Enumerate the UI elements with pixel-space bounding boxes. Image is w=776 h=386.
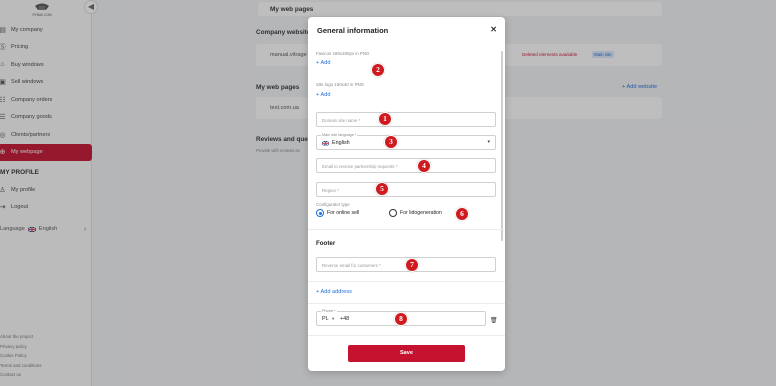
footer-section-title: Footer (316, 240, 336, 247)
chevron-down-icon: ▾ (487, 139, 490, 145)
phone-label: Phone * (321, 309, 337, 313)
configurator-label: Configurator type (316, 202, 350, 207)
main-language-select[interactable]: Main site language * English ▾ (316, 133, 496, 150)
modal-scrollbar[interactable] (501, 51, 503, 241)
trash-icon[interactable]: 🗑 (490, 317, 498, 324)
badge-6: 6 (455, 207, 469, 221)
badge-2: 2 (371, 63, 385, 77)
radio-unselected-icon (389, 209, 397, 217)
config-option-label: For lidogeneration (400, 210, 442, 216)
partnership-email-field[interactable]: Email to receive partnership requests * (316, 158, 496, 173)
divider (308, 281, 505, 282)
config-option-online[interactable]: For online sell (316, 209, 359, 217)
badge-1: 1 (378, 112, 392, 126)
region-field[interactable]: Region * (316, 182, 496, 197)
reverse-email-placeholder: Reverse email for customers * (322, 262, 381, 268)
divider (308, 229, 505, 230)
main-language-label: Main site language * (321, 133, 358, 137)
divider (308, 335, 505, 336)
email-placeholder: Email to receive partnership requests * (322, 163, 398, 169)
badge-4: 4 (417, 159, 431, 173)
config-option-lidogeneration[interactable]: For lidogeneration (389, 209, 442, 217)
main-language-value: English (332, 140, 350, 146)
country-chevron-icon: ▾ (332, 316, 335, 321)
sitelogo-label: Site logo 150x40 in PNG (316, 82, 365, 87)
badge-8: 8 (394, 312, 408, 326)
domain-field[interactable]: Domain site name * (316, 112, 496, 127)
radio-selected-icon (316, 209, 324, 217)
phone-country[interactable]: PL (322, 316, 329, 322)
save-button[interactable]: Save (348, 345, 465, 362)
close-icon[interactable]: ✕ (490, 25, 497, 34)
region-placeholder: Region * (322, 187, 339, 193)
favicon-label: Favicon 180x180px in PNG (316, 51, 370, 56)
sitelogo-add-button[interactable]: + Add (316, 92, 330, 98)
favicon-add-button[interactable]: + Add (316, 60, 330, 66)
divider (308, 303, 505, 304)
add-address-button[interactable]: + Add address (316, 289, 352, 295)
badge-7: 7 (405, 258, 419, 272)
badge-5: 5 (375, 182, 389, 196)
domain-placeholder: Domain site name * (322, 117, 361, 123)
modal-title: General information (317, 26, 389, 35)
phone-prefix: +48 (340, 316, 350, 322)
config-option-label: For online sell (327, 210, 360, 216)
uk-flag-icon (322, 141, 329, 146)
badge-3: 3 (384, 135, 398, 149)
